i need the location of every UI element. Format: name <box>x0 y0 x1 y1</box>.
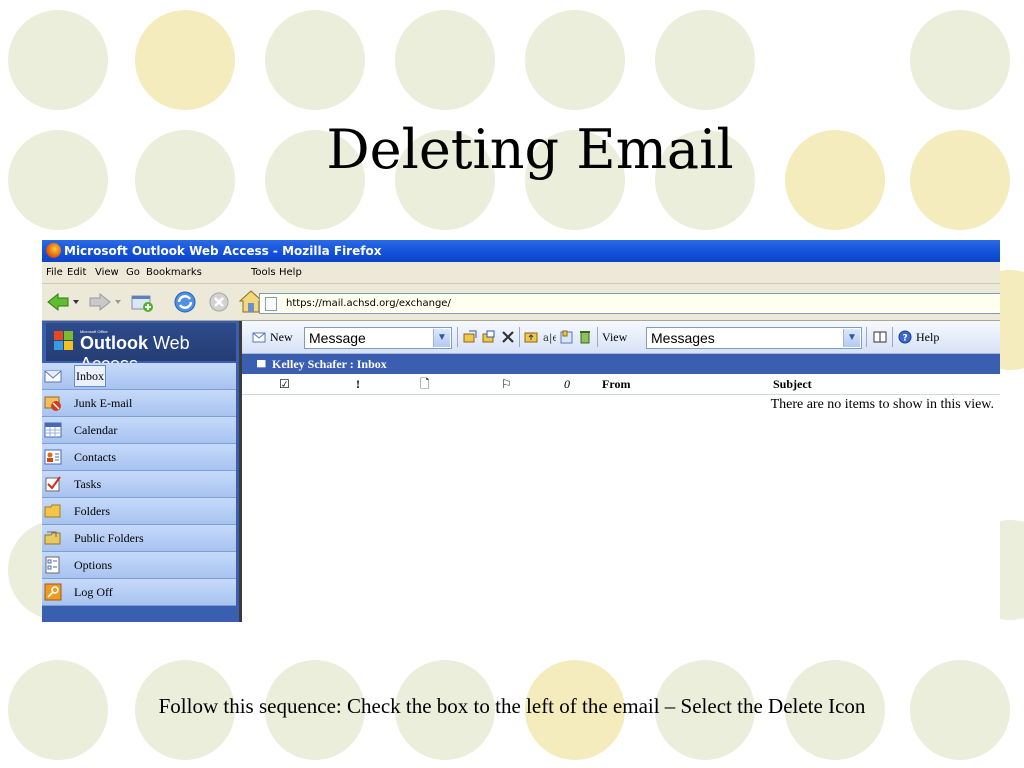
folder-path: Kelley Schafer : Inbox <box>272 357 387 371</box>
office-logo-icon <box>54 331 74 351</box>
column-importance[interactable]: ! <box>356 374 360 394</box>
menu-help[interactable]: Help <box>279 262 302 283</box>
select-all-checkbox[interactable]: ☑ <box>279 374 290 394</box>
junk-mail-icon <box>44 396 61 411</box>
inbox-icon <box>44 370 62 383</box>
svg-text:?: ? <box>903 334 908 344</box>
back-dropdown-icon[interactable] <box>72 298 80 306</box>
check-names-icon[interactable]: a|e <box>542 330 556 344</box>
sidebar-item-label: Contacts <box>74 450 116 464</box>
view-label: View <box>602 330 628 344</box>
folder-icon <box>44 504 61 518</box>
stop-icon[interactable] <box>208 291 230 313</box>
empty-folder-icon[interactable] <box>578 330 592 344</box>
slide-title: Deleting Email <box>326 118 734 181</box>
address-book-view-icon[interactable] <box>873 330 887 344</box>
toolbar-separator <box>519 327 520 347</box>
column-flag-icon[interactable]: ⚐ <box>501 374 512 394</box>
chevron-down-icon: ▼ <box>433 329 450 347</box>
sidebar-item-label: Log Off <box>74 585 113 599</box>
menu-file[interactable]: File <box>46 262 63 283</box>
outlook-screenshot: Microsoft Outlook Web Access - Mozilla F… <box>42 240 1000 622</box>
calendar-icon <box>44 422 62 438</box>
navigation-toolbar: https://mail.achsd.org/exchange/ <box>42 284 1000 321</box>
toolbar-separator <box>457 327 458 347</box>
sidebar-item-log-off[interactable]: Log Off <box>42 579 236 606</box>
help-label[interactable]: Help <box>916 330 939 345</box>
sidebar-item-options[interactable]: Options <box>42 552 236 579</box>
toolbar-separator <box>597 327 598 347</box>
log-off-icon <box>44 583 62 601</box>
sidebar-item-folders[interactable]: Folders <box>42 498 236 525</box>
menu-bookmarks[interactable]: Bookmarks <box>146 262 202 283</box>
column-attachment-icon[interactable]: 0 <box>564 374 570 394</box>
column-from[interactable]: From <box>602 374 630 394</box>
new-item-type-select[interactable]: Message ▼ <box>304 327 452 349</box>
new-label[interactable]: New <box>270 330 293 345</box>
owa-sidebar: Microsoft Office Outlook Web Access Inbo… <box>42 321 242 622</box>
url-text: https://mail.achsd.org/exchange/ <box>286 298 451 309</box>
new-window-icon[interactable] <box>130 291 154 313</box>
address-book-icon[interactable] <box>560 330 574 344</box>
sidebar-item-label: Tasks <box>74 477 102 491</box>
tasks-icon <box>45 476 61 492</box>
menu-tools[interactable]: Tools <box>251 262 276 283</box>
help-icon[interactable]: ? <box>898 330 912 344</box>
public-folders-icon <box>44 531 61 545</box>
window-titlebar[interactable]: Microsoft Outlook Web Access - Mozilla F… <box>42 240 1000 262</box>
menu-edit[interactable]: Edit <box>67 262 86 283</box>
page-icon <box>265 297 277 311</box>
url-bar[interactable]: https://mail.achsd.org/exchange/ <box>259 293 1000 314</box>
toolbar-separator <box>892 327 893 347</box>
sidebar-item-public-folders[interactable]: Public Folders <box>42 525 236 552</box>
delete-icon[interactable] <box>501 330 515 344</box>
owa-logo: Microsoft Office Outlook Web Access <box>46 323 236 374</box>
menu-bar: File Edit View Go Bookmarks Tools Help <box>42 262 1000 284</box>
new-item-type-value: Message <box>309 330 366 346</box>
sidebar-item-tasks[interactable]: Tasks <box>42 471 236 498</box>
owa-toolbar: New Message ▼ a|e View Messages ▼ ? Help <box>242 321 1000 354</box>
back-arrow-icon[interactable] <box>46 292 70 312</box>
message-list-header: ☑ ! 🗋 ⚐ 0 From Subject <box>242 374 1000 395</box>
view-select[interactable]: Messages ▼ <box>646 327 862 349</box>
sidebar-item-label: Folders <box>74 504 110 518</box>
refresh-icon[interactable] <box>172 290 198 314</box>
slide-caption: Follow this sequence: Check the box to t… <box>158 694 866 718</box>
menu-go[interactable]: Go <box>126 262 140 283</box>
column-type-icon[interactable]: 🗋 <box>420 374 430 394</box>
owa-main-pane: New Message ▼ a|e View Messages ▼ ? Help… <box>242 321 1000 622</box>
copy-icon[interactable] <box>482 330 496 344</box>
move-to-folder-icon[interactable] <box>524 330 538 344</box>
sidebar-item-label: Public Folders <box>74 531 144 545</box>
move-icon[interactable] <box>463 330 477 344</box>
menu-view[interactable]: View <box>95 262 119 283</box>
view-value: Messages <box>651 330 715 346</box>
folder-path-bar: ▀ Kelley Schafer : Inbox <box>242 354 1000 374</box>
sidebar-item-label: Calendar <box>74 423 118 437</box>
forward-dropdown-icon[interactable] <box>114 298 122 306</box>
sidebar-item-label: Options <box>74 558 113 572</box>
firefox-icon <box>46 243 61 258</box>
sidebar-item-label: Inbox <box>74 365 106 387</box>
chevron-down-icon: ▼ <box>843 329 860 347</box>
forward-arrow-icon[interactable] <box>88 292 112 312</box>
toolbar-separator <box>866 327 867 347</box>
window-title: Microsoft Outlook Web Access - Mozilla F… <box>64 244 382 258</box>
contacts-icon <box>44 449 62 465</box>
svg-text:a|e: a|e <box>543 333 556 344</box>
sidebar-item-junk-email[interactable]: Junk E-mail <box>42 390 236 417</box>
new-message-icon[interactable] <box>252 330 266 344</box>
sidebar-item-label: Junk E-mail <box>74 396 133 410</box>
options-icon <box>45 556 60 574</box>
column-subject[interactable]: Subject <box>773 374 812 394</box>
sidebar-item-contacts[interactable]: Contacts <box>42 444 236 471</box>
empty-list-message: There are no items to show in this view. <box>770 397 994 412</box>
sidebar-item-calendar[interactable]: Calendar <box>42 417 236 444</box>
sidebar-item-inbox[interactable]: Inbox <box>42 363 236 390</box>
